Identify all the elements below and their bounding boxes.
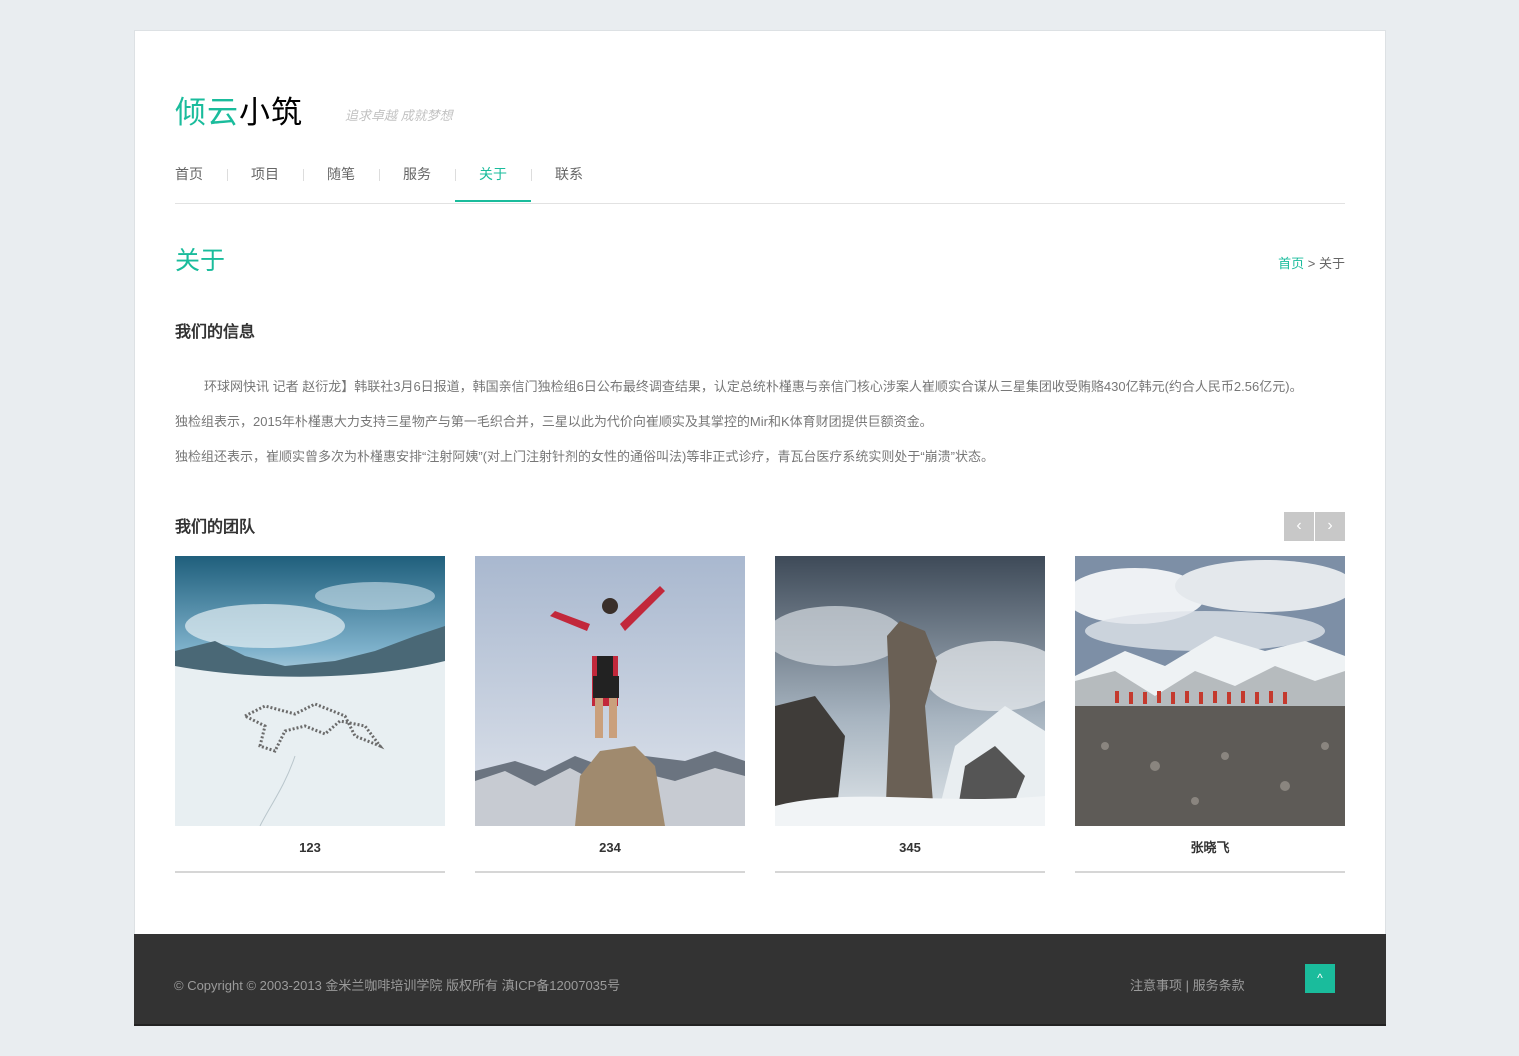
- carousel-next-button[interactable]: ›: [1315, 512, 1345, 541]
- brand-name-dark: 小筑: [239, 95, 303, 131]
- main-nav: 首页 项目 随笔 服务 关于 联系: [175, 151, 1345, 204]
- breadcrumb-current: 关于: [1318, 256, 1345, 271]
- info-text: 环球网快讯 记者 赵衍龙】韩联社3月6日报道，韩国亲信门独检组6日公布最终调查结…: [175, 377, 1345, 482]
- carousel-prev-button[interactable]: ‹: [1284, 512, 1314, 541]
- info-paragraph: 环球网快讯 记者 赵衍龙】韩联社3月6日报道，韩国亲信门独检组6日公布最终调查结…: [204, 379, 1303, 394]
- footer-link-terms[interactable]: 服务条款: [1193, 978, 1245, 993]
- brand-name-accent: 倾云: [175, 95, 239, 131]
- info-paragraph: 独检组还表示，崔顺实曾多次为朴槿惠安排“注射阿姨”(对上门注射针剂的女性的通俗叫…: [175, 449, 994, 464]
- chevron-up-icon: ^: [1317, 971, 1323, 985]
- site-footer: © Copyright © 2003-2013 金米兰咖啡培训学院 版权所有 滇…: [134, 934, 1386, 1026]
- page-container: 倾云小筑 追求卓越 成就梦想 首页 项目 随笔 服务 关于 联系 关于 首页 >…: [134, 30, 1386, 1026]
- breadcrumb: 首页 > 关于: [1278, 253, 1345, 272]
- site-slogan: 追求卓越 成就梦想: [345, 108, 453, 123]
- team-card[interactable]: 234: [475, 556, 745, 873]
- site-logo[interactable]: 倾云小筑 追求卓越 成就梦想: [175, 87, 1345, 131]
- carousel-controls: ‹ ›: [1283, 512, 1345, 541]
- nav-item-home[interactable]: 首页: [175, 151, 227, 202]
- team-card[interactable]: 345: [775, 556, 1045, 873]
- nav-item-services[interactable]: 服务: [379, 151, 455, 202]
- info-paragraph: 独检组表示，2015年朴槿惠大力支持三星物产与第一毛织合并，三星以此为代价向崔顺…: [175, 414, 933, 429]
- rock-pinnacle-photo[interactable]: [775, 556, 1045, 826]
- footer-links: 注意事项 | 服务条款: [1130, 975, 1245, 994]
- page-title-bar: 关于 首页 > 关于: [175, 241, 1345, 281]
- nav-item-about[interactable]: 关于: [455, 151, 531, 202]
- team-member-name: 345: [775, 826, 1045, 873]
- snowfield-formation-photo[interactable]: [175, 556, 445, 826]
- nav-item-projects[interactable]: 项目: [227, 151, 303, 202]
- footer-link-separator: |: [1182, 978, 1193, 993]
- info-heading: 我们的信息: [175, 324, 256, 341]
- team-card[interactable]: 123: [175, 556, 445, 873]
- team-carousel: 123 234 345 张晓飞: [175, 556, 1345, 873]
- summit-hiker-photo[interactable]: [475, 556, 745, 826]
- back-to-top-button[interactable]: ^: [1305, 964, 1335, 993]
- team-heading: 我们的团队: [175, 519, 256, 536]
- nav-item-contact[interactable]: 联系: [531, 151, 607, 202]
- footer-copyright: © Copyright © 2003-2013 金米兰咖啡培训学院 版权所有 滇…: [174, 978, 621, 993]
- team-card[interactable]: 张晓飞: [1075, 556, 1345, 873]
- team-member-name: 张晓飞: [1075, 826, 1345, 873]
- team-member-name: 234: [475, 826, 745, 873]
- breadcrumb-home-link[interactable]: 首页: [1278, 256, 1304, 271]
- footer-link-notice[interactable]: 注意事项: [1130, 978, 1182, 993]
- nav-item-essays[interactable]: 随笔: [303, 151, 379, 202]
- breadcrumb-separator: >: [1304, 256, 1319, 271]
- mountain-line-photo[interactable]: [1075, 556, 1345, 826]
- page-title: 关于: [175, 247, 226, 275]
- team-member-name: 123: [175, 826, 445, 873]
